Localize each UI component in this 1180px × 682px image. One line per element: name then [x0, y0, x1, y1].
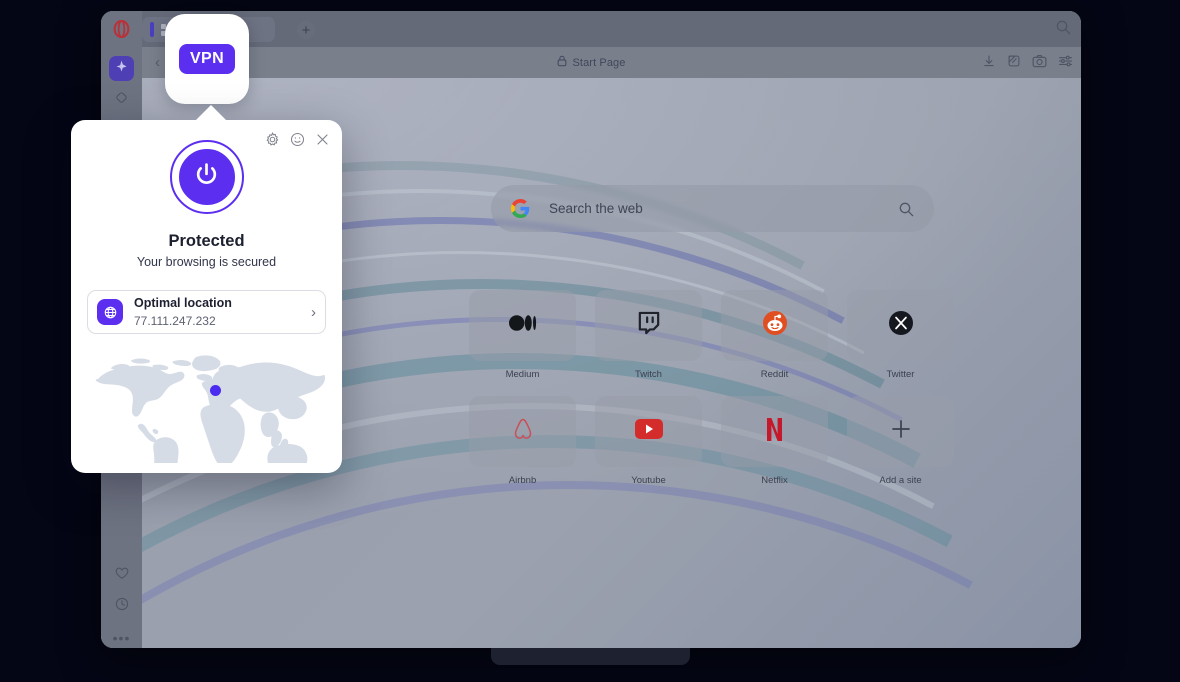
power-icon: [193, 161, 220, 193]
speed-dial-twitch[interactable]: Twitch: [595, 290, 702, 380]
youtube-icon: [634, 419, 663, 444]
download-icon[interactable]: [982, 54, 996, 73]
sidebar-item-pinboards[interactable]: [109, 87, 134, 112]
smiley-icon[interactable]: [290, 132, 305, 147]
netflix-icon: [766, 417, 783, 447]
speed-dial-netflix[interactable]: Netflix: [721, 396, 828, 486]
speed-dial-airbnb[interactable]: Airbnb: [469, 396, 576, 486]
heart-icon: [115, 567, 129, 585]
speed-dial-label: Youtube: [631, 475, 666, 486]
window-search-icon[interactable]: [1055, 19, 1071, 35]
speed-dial-twitter[interactable]: Twitter: [847, 290, 954, 380]
add-site-tile[interactable]: [847, 396, 954, 467]
opera-logo-icon[interactable]: [113, 19, 130, 39]
speed-dial-label: Reddit: [760, 369, 789, 380]
sidebar-item-more[interactable]: •••: [109, 625, 134, 648]
speed-dial-label: Add a site: [879, 475, 922, 486]
vpn-world-map: [71, 347, 342, 473]
speed-dial-tile[interactable]: [469, 290, 576, 361]
sidebar-item-history[interactable]: [109, 594, 134, 619]
airbnb-icon: [511, 417, 535, 447]
speed-dial-reddit[interactable]: Reddit: [721, 290, 828, 380]
search-bar[interactable]: Search the web: [491, 185, 934, 232]
vpn-badge-label: VPN: [178, 44, 236, 74]
easy-setup-sliders-icon[interactable]: [1058, 54, 1073, 73]
camera-snapshot-icon[interactable]: [1032, 54, 1047, 73]
lock-icon: [557, 55, 567, 70]
world-map-svg: [95, 355, 325, 463]
gear-icon[interactable]: [265, 132, 280, 147]
speed-dial-label: Airbnb: [508, 475, 537, 486]
screenshot-stage: Search the web Medium Twitch Reddit Twit…: [0, 0, 1180, 682]
tab-accent-bar: [150, 22, 154, 37]
speed-dial-grid: Medium Twitch Reddit Twitter Airbnb Yout…: [469, 290, 954, 486]
speed-dial-tile[interactable]: [469, 396, 576, 467]
search-icon[interactable]: [898, 201, 914, 217]
speed-dial-tile[interactable]: [721, 290, 828, 361]
sidebar-item-aria-ai[interactable]: [109, 56, 134, 81]
vpn-status-title: Protected: [168, 232, 245, 250]
x-twitter-icon: [888, 311, 913, 340]
new-tab-button[interactable]: +: [297, 21, 315, 39]
reddit-icon: [762, 311, 787, 340]
vpn-location-title: Optimal location: [134, 296, 232, 310]
sidebar-item-favorites[interactable]: [109, 563, 134, 588]
google-g-icon: [511, 199, 530, 218]
vpn-location-card[interactable]: Optimal location 77.111.247.232 ›: [87, 290, 326, 334]
monitor-stand: [491, 648, 690, 665]
popup-notch: [195, 105, 227, 121]
search-input-placeholder[interactable]: Search the web: [549, 201, 898, 216]
address-bar-icons: [982, 54, 1073, 73]
close-icon[interactable]: [315, 132, 330, 147]
diamond-icon: [115, 91, 128, 109]
clock-icon: [115, 597, 129, 616]
medium-icon: [508, 314, 537, 337]
twitch-icon: [638, 311, 660, 340]
speed-dial-tile[interactable]: [595, 396, 702, 467]
power-core[interactable]: [175, 146, 238, 208]
speed-dial-label: Medium: [505, 369, 540, 380]
speed-dial-label: Twitch: [635, 369, 662, 380]
popup-header-icons: [265, 132, 330, 147]
edit-pin-icon[interactable]: [1007, 54, 1021, 73]
speed-dial-tile[interactable]: [847, 290, 954, 361]
speed-dial-youtube[interactable]: Youtube: [595, 396, 702, 486]
speed-dial-tile[interactable]: [721, 396, 828, 467]
speed-dial-add-a-site[interactable]: Add a site: [847, 396, 954, 486]
vpn-location-dot: [210, 385, 221, 396]
chevron-right-icon[interactable]: ›: [311, 304, 316, 321]
vpn-badge[interactable]: VPN: [165, 14, 249, 104]
aria-ai-sparkle-icon: [115, 60, 128, 78]
vpn-location-text: Optimal location 77.111.247.232: [134, 294, 311, 330]
more-dots-icon: •••: [112, 629, 131, 646]
vpn-popup: Protected Your browsing is secured Optim…: [71, 120, 342, 473]
speed-dial-medium[interactable]: Medium: [469, 290, 576, 380]
globe-icon: [97, 299, 123, 325]
address-bar-text: Start Page: [572, 56, 626, 69]
speed-dial-label: Twitter: [886, 369, 915, 380]
vpn-status-subtitle: Your browsing is secured: [136, 255, 277, 269]
speed-dial-label: Netflix: [761, 475, 788, 486]
speed-dial-tile[interactable]: [595, 290, 702, 361]
vpn-power-button[interactable]: [169, 140, 244, 214]
vpn-location-ip: 77.111.247.232: [134, 314, 216, 328]
plus-icon: [890, 418, 912, 445]
